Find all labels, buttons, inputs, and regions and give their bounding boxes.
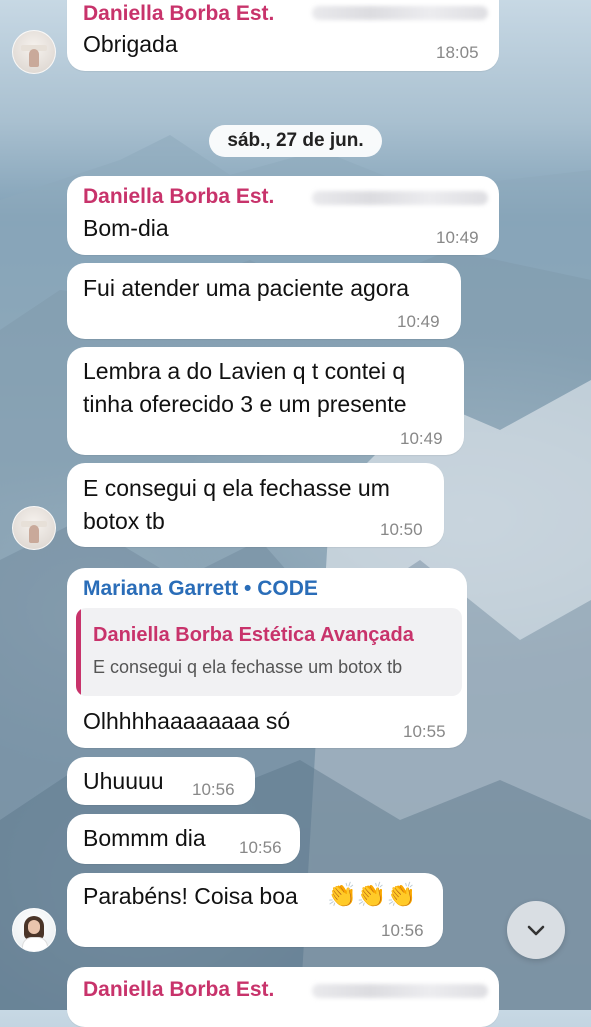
quote-sender: Daniella Borba Estética Avançada [93, 624, 414, 646]
quote-accent-bar [76, 608, 81, 696]
date-separator: sáb., 27 de jun. [209, 125, 382, 157]
message-time: 10:49 [400, 429, 443, 448]
message-text: Bom-dia [83, 215, 169, 241]
sender-name: Daniella Borba Est. [83, 978, 275, 1001]
message-time: 10:55 [403, 722, 446, 741]
avatar[interactable] [12, 506, 56, 550]
avatar[interactable] [12, 30, 56, 74]
sender-phone-blurred [312, 6, 488, 20]
quote-text: E consegui q ela fechasse um botox tb [93, 657, 403, 677]
avatar[interactable] [12, 908, 56, 952]
message-text: Fui atender uma paciente agora [83, 275, 410, 301]
chevron-down-icon [527, 925, 545, 936]
message-time: 10:49 [397, 312, 440, 331]
message-time: 10:56 [381, 921, 424, 940]
message-text: Lembra a do Lavien q t contei q [83, 358, 406, 384]
reply-quote[interactable]: Daniella Borba Estética Avançada E conse… [76, 608, 462, 696]
message-text: Obrigada [83, 31, 178, 57]
message-text: Bommm dia [83, 825, 206, 851]
message-text: botox tb [83, 508, 165, 534]
message-time: 10:56 [239, 838, 282, 857]
message-text: E consegui q ela fechasse um [83, 475, 390, 501]
sender-name: Daniella Borba Est. [83, 2, 275, 25]
sender-name: Daniella Borba Est. [83, 185, 275, 208]
message-time: 10:50 [380, 520, 423, 539]
message-text: Uhuuuu [83, 768, 164, 794]
sender-phone-blurred [312, 191, 488, 205]
sender-phone-blurred [312, 984, 488, 998]
message-text: Olhhhhaaaaaaaa só [83, 708, 291, 734]
scroll-to-bottom-button[interactable] [507, 901, 565, 959]
message-time: 18:05 [436, 43, 479, 62]
message-time: 10:49 [436, 228, 479, 247]
sender-name: Mariana Garrett • CODE [83, 577, 318, 600]
message-text: Parabéns! Coisa boa [83, 883, 298, 909]
message-text: tinha oferecido 3 e um presente [83, 391, 407, 417]
message-time: 10:56 [192, 780, 235, 799]
clapping-hands-emoji: 👏👏👏 [327, 882, 417, 909]
